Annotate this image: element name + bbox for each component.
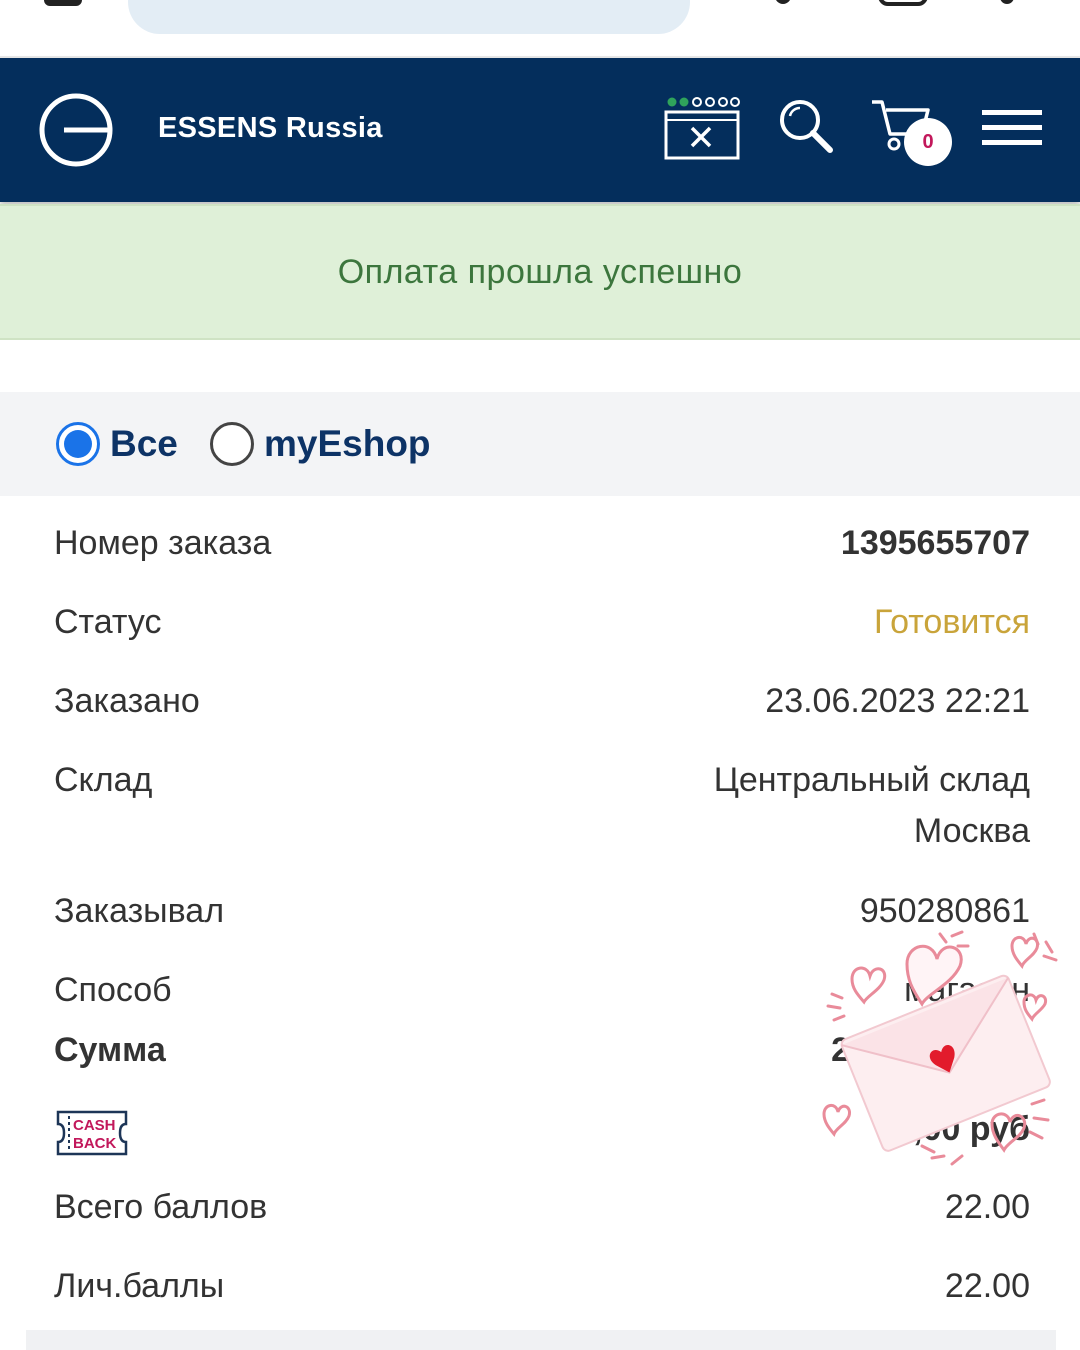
radio-all-checked-icon[interactable] [56, 422, 100, 466]
warehouse-row: Склад Центральный склад Москва [54, 755, 1030, 859]
method-label: Способ [54, 971, 172, 1009]
radio-myeshop-unchecked-icon[interactable] [210, 422, 254, 466]
cart-count-badge[interactable]: 0 [904, 118, 952, 166]
status-value: Готовится [873, 603, 1030, 641]
warehouse-value: Центральный склад Москва [714, 755, 1030, 857]
radio-myeshop[interactable]: myEshop [210, 414, 431, 474]
personal-points-label: Лич.баллы [54, 1267, 225, 1305]
total-points-label: Всего баллов [54, 1188, 268, 1226]
cashback-badge-line2: BACK [73, 1135, 116, 1152]
cashback-badge-line1: CASH [73, 1117, 116, 1134]
payment-success-alert: Оплата прошла успешно [0, 204, 1080, 340]
love-letter-sticker-icon [822, 930, 1058, 1166]
browser-icon[interactable] [775, 0, 791, 4]
cashback-badge-icon: CASH BACK [56, 1110, 128, 1156]
order-number-row: Номер заказа 1395655707 [54, 518, 1030, 570]
section-divider [26, 1330, 1056, 1350]
personal-points-row: Лич.баллы 22.00 [54, 1261, 1030, 1313]
hamburger-menu-icon[interactable] [982, 108, 1042, 148]
status-row: Статус Готовится [54, 597, 1030, 649]
window-close-icon[interactable] [664, 96, 740, 162]
search-icon[interactable] [778, 98, 834, 154]
address-bar[interactable] [128, 0, 690, 34]
warehouse-value-line2: Москва [913, 812, 1030, 850]
warehouse-label: Склад [54, 761, 153, 799]
personal-points-value: 22.00 [944, 1267, 1030, 1305]
site-header: ESSENS Russia 0 [0, 58, 1080, 202]
tabs-icon[interactable] [878, 0, 928, 6]
total-points-value: 22.00 [944, 1188, 1030, 1226]
more-icon[interactable] [1000, 0, 1014, 4]
order-filter: Все myEshop [0, 392, 1080, 496]
radio-myeshop-label[interactable]: myEshop [264, 423, 431, 465]
warehouse-value-line1: Центральный склад [713, 761, 1030, 799]
browser-tab-icon[interactable] [44, 0, 82, 6]
sum-label: Сумма [54, 1031, 166, 1069]
order-number-value: 1395655707 [840, 524, 1030, 562]
alert-message: Оплата прошла успешно [337, 252, 743, 291]
total-points-row: Всего баллов 22.00 [54, 1182, 1030, 1234]
logo-icon[interactable] [38, 92, 114, 168]
brand-name[interactable]: ESSENS Russia [158, 112, 383, 145]
ordered-date-value: 23.06.2023 22:21 [765, 682, 1030, 720]
ordered-date-label: Заказано [54, 682, 200, 720]
radio-all-label[interactable]: Все [110, 423, 178, 465]
order-number-label: Номер заказа [54, 524, 272, 562]
ordered-by-label: Заказывал [54, 892, 225, 930]
radio-all[interactable]: Все [56, 414, 178, 474]
browser-toolbar [0, 0, 1080, 58]
ordered-date-row: Заказано 23.06.2023 22:21 [54, 676, 1030, 728]
status-label: Статус [54, 603, 162, 641]
